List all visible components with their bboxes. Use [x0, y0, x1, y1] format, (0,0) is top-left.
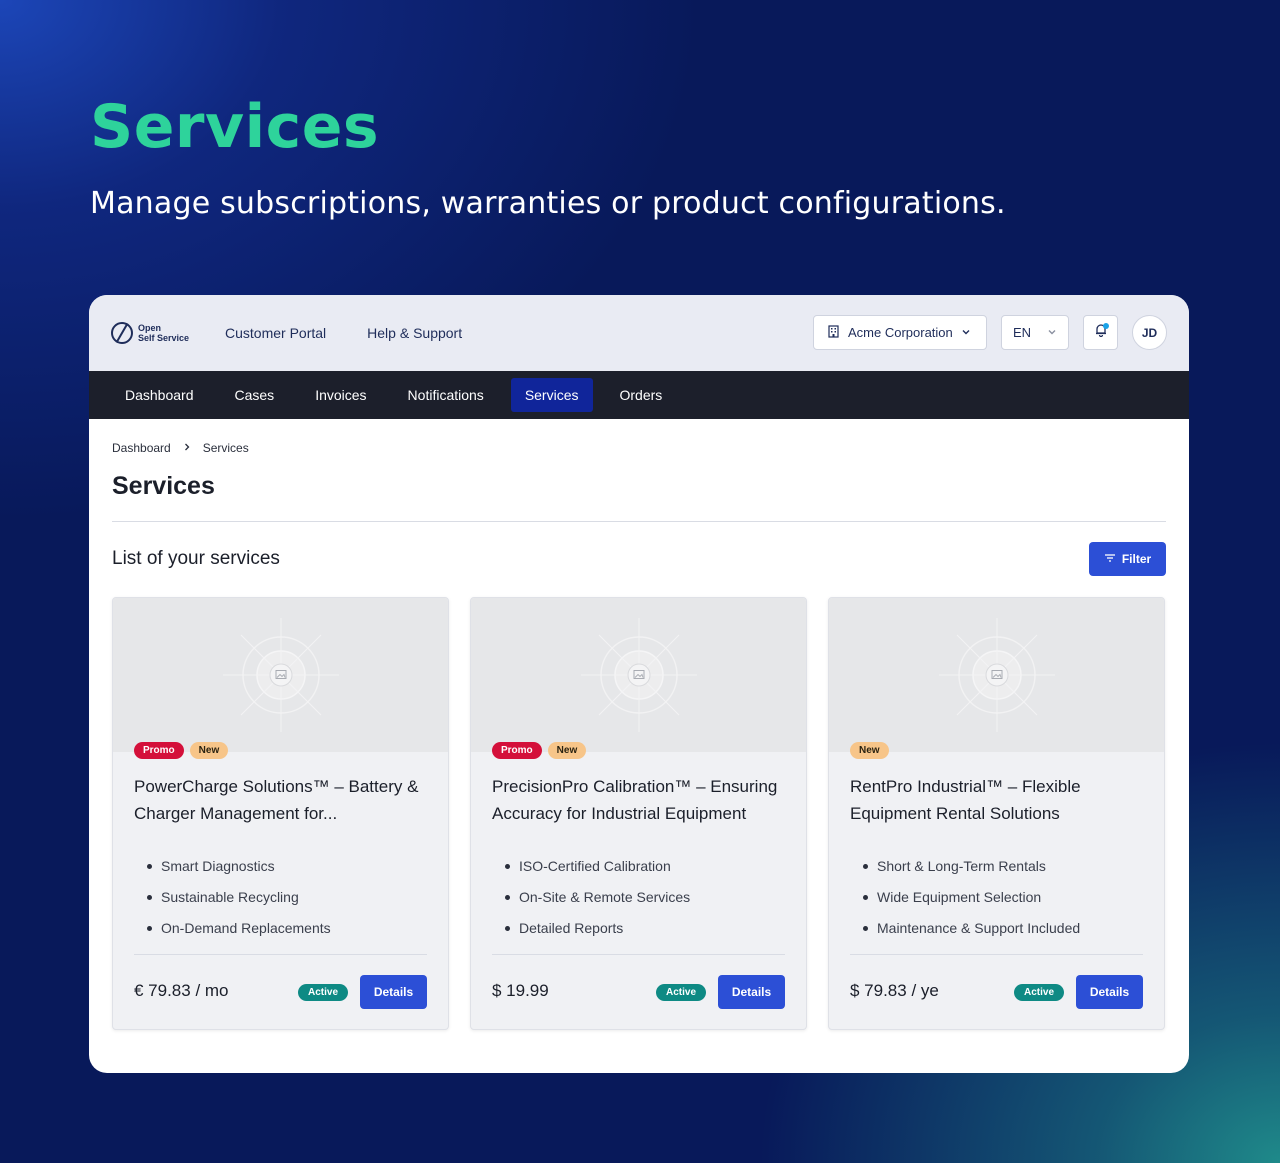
image-placeholder-icon [223, 618, 339, 732]
service-card[interactable]: Promo New PowerCharge Solutions™ – Batte… [112, 597, 449, 1030]
main-nav: Dashboard Cases Invoices Notifications S… [89, 371, 1189, 419]
badges: Promo New [492, 742, 587, 759]
notification-dot [1103, 323, 1109, 329]
list-item: Sustainable Recycling [147, 882, 331, 913]
breadcrumb-dashboard[interactable]: Dashboard [112, 441, 171, 455]
divider [112, 521, 1166, 522]
card-title: RentPro Industrial™ – Flexible Equipment… [850, 777, 1081, 823]
new-badge: New [189, 742, 229, 759]
open-self-service-logo-icon [111, 322, 133, 344]
app-window: Open Self Service Customer Portal Help &… [89, 295, 1189, 1073]
list-item: Wide Equipment Selection [862, 882, 1080, 913]
new-badge: New [850, 742, 889, 759]
logo-line2: Self Service [138, 333, 190, 343]
list-header: List of your services Filter [112, 542, 1166, 576]
building-icon [827, 324, 840, 341]
promo-badge: Promo [134, 742, 184, 759]
chevron-right-icon [183, 441, 191, 455]
page-title: Services [112, 472, 215, 500]
price: $ 79.83 / ye [850, 981, 939, 1000]
top-bar: Open Self Service Customer Portal Help &… [89, 295, 1189, 371]
details-button[interactable]: Details [360, 975, 427, 1009]
language-value: EN [1013, 325, 1032, 340]
organization-select[interactable]: Acme Corporation [813, 315, 987, 350]
feature-list: Short & Long-Term Rentals Wide Equipment… [862, 851, 1080, 944]
badges: Promo New [134, 742, 229, 759]
card-title: PowerCharge Solutions™ – Battery & Charg… [134, 777, 419, 823]
list-title: List of your services [112, 548, 280, 569]
hero-title: Services [90, 92, 380, 162]
list-item: On-Demand Replacements [147, 913, 331, 944]
nav-item-orders[interactable]: Orders [606, 378, 677, 412]
nav-item-services[interactable]: Services [510, 378, 593, 412]
filter-icon [1104, 552, 1116, 566]
image-placeholder-icon [939, 618, 1055, 732]
nav-item-cases[interactable]: Cases [221, 378, 289, 412]
image-placeholder-icon [581, 618, 697, 732]
price: $ 19.99 [492, 981, 549, 1000]
service-card[interactable]: New RentPro Industrial™ – Flexible Equip… [828, 597, 1165, 1030]
service-cards: Promo New PowerCharge Solutions™ – Batte… [112, 597, 1166, 1030]
filter-label: Filter [1121, 552, 1152, 566]
image-placeholder [113, 598, 448, 752]
notifications-button[interactable] [1083, 315, 1118, 350]
feature-list: Smart Diagnostics Sustainable Recycling … [147, 851, 331, 944]
list-item: Detailed Reports [504, 913, 690, 944]
breadcrumb-current: Services [202, 441, 249, 455]
card-divider [134, 954, 427, 955]
status-badge: Active [1013, 984, 1064, 1001]
top-right-controls: Acme Corporation EN JD [813, 315, 1167, 350]
status-badge: Active [297, 984, 348, 1001]
new-badge: New [547, 742, 587, 759]
chevron-down-icon [961, 325, 971, 340]
help-support-link[interactable]: Help & Support [367, 325, 462, 341]
details-button[interactable]: Details [1076, 975, 1143, 1009]
details-button[interactable]: Details [718, 975, 785, 1009]
list-item: Smart Diagnostics [147, 851, 331, 882]
card-divider [850, 954, 1143, 955]
filter-button[interactable]: Filter [1089, 542, 1166, 576]
list-item: ISO-Certified Calibration [504, 851, 690, 882]
breadcrumb: Dashboard Services [112, 441, 1166, 455]
promo-badge: Promo [492, 742, 542, 759]
list-item: On-Site & Remote Services [504, 882, 690, 913]
badges: New [850, 742, 889, 759]
service-card[interactable]: Promo New PrecisionPro Calibration™ – En… [470, 597, 807, 1030]
language-select[interactable]: EN [1001, 315, 1069, 350]
avatar[interactable]: JD [1132, 315, 1167, 350]
nav-item-notifications[interactable]: Notifications [394, 378, 498, 412]
nav-item-invoices[interactable]: Invoices [301, 378, 380, 412]
image-placeholder [471, 598, 806, 752]
logo[interactable]: Open Self Service [111, 322, 201, 344]
customer-portal-link[interactable]: Customer Portal [225, 325, 326, 341]
main-content: Dashboard Services Services List of your… [89, 419, 1189, 1030]
card-title: PrecisionPro Calibration™ – Ensuring Acc… [492, 777, 778, 823]
nav-item-dashboard[interactable]: Dashboard [111, 378, 208, 412]
logo-text: Open Self Service [138, 323, 189, 343]
chevron-down-icon [1047, 325, 1057, 340]
status-badge: Active [655, 984, 706, 1001]
hero-subtitle: Manage subscriptions, warranties or prod… [90, 186, 1006, 221]
list-item: Maintenance & Support Included [862, 913, 1080, 944]
price: € 79.83 / mo [134, 981, 229, 1000]
feature-list: ISO-Certified Calibration On-Site & Remo… [504, 851, 690, 944]
image-placeholder [829, 598, 1164, 752]
list-item: Short & Long-Term Rentals [862, 851, 1080, 882]
card-divider [492, 954, 785, 955]
organization-name: Acme Corporation [848, 325, 953, 340]
logo-line1: Open [138, 323, 162, 333]
